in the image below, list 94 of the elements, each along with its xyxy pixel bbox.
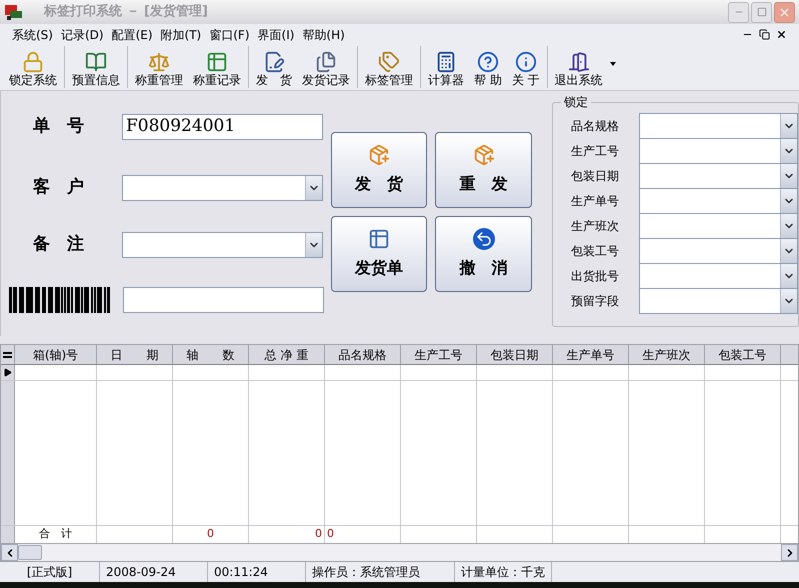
close-icon[interactable] (776, 29, 787, 40)
dropdown-field[interactable] (639, 288, 798, 314)
toolbar-button[interactable]: 锁定系统 (4, 46, 62, 88)
action-button[interactable]: 发货单 (330, 216, 428, 292)
restore-icon[interactable] (759, 29, 770, 40)
column-header[interactable]: 生产班次 (629, 345, 705, 364)
close-icon (778, 6, 791, 18)
field-label: 包装日期 (571, 168, 620, 184)
menu-item[interactable]: 记录(D) (56, 26, 108, 44)
field-label: 预留字段 (571, 292, 620, 310)
scroll-right-button[interactable] (781, 544, 798, 561)
undo-icon (472, 228, 495, 250)
grid-icon (368, 228, 390, 250)
toolbar-button[interactable]: 标签管理 (360, 46, 418, 88)
action-button[interactable]: 发 货 (330, 132, 428, 208)
menu-item[interactable]: 系统(S) (8, 26, 57, 44)
column-header[interactable]: 轴 数 (173, 345, 249, 364)
dropdown-field[interactable] (122, 174, 323, 200)
maximize-icon (756, 7, 766, 17)
tag-icon (378, 51, 400, 73)
current-row-icon (3, 368, 12, 377)
field-label: 品名规格 (571, 118, 620, 134)
toolbar-button[interactable]: 退出系统 (550, 46, 608, 88)
status-text: 00:11:24 (214, 564, 268, 581)
total-cell-text: 0 (327, 526, 334, 542)
menu-item[interactable]: 窗口(F) (205, 26, 254, 44)
barcode-field[interactable] (123, 287, 324, 313)
action-button[interactable]: 重 发 (435, 132, 532, 208)
action-button[interactable]: 撤 消 (435, 216, 532, 292)
menu-item[interactable]: 配置(E) (108, 26, 157, 44)
status-text: [正式版] (26, 564, 72, 581)
boxes-icon (472, 144, 495, 166)
dropdown-field[interactable] (639, 262, 798, 288)
field-label: 包装工号 (571, 242, 620, 260)
door-icon (568, 51, 590, 73)
toolbar-button[interactable]: 发货记录 (297, 46, 355, 88)
app-icon (4, 3, 24, 21)
menu-item[interactable]: 帮助(H) (298, 26, 349, 44)
toolbar-button[interactable]: 帮 助 (469, 46, 507, 88)
column-header[interactable]: 品名规格 (325, 345, 401, 364)
total-cell-text: 0 (315, 526, 322, 542)
horizontal-scrollbar[interactable] (1, 543, 798, 561)
toolbar-button[interactable]: 称重记录 (188, 46, 246, 88)
field-label: 出货批号 (571, 268, 620, 284)
field-label: 备 注 (33, 232, 85, 256)
boxes-icon (368, 144, 390, 166)
status-text: 计量单位：千克 (461, 564, 545, 581)
maximize-button[interactable] (751, 2, 772, 22)
window-title: 标签打印系统 － [发货管理] (44, 2, 208, 22)
field-label: 生产单号 (571, 192, 620, 210)
book-icon (85, 51, 107, 73)
field-label: 生产班次 (571, 218, 620, 234)
total-cell-text: 0 (207, 526, 214, 542)
lock-icon (22, 51, 44, 73)
menu-item[interactable]: 附加(T) (156, 26, 206, 44)
order-number-field[interactable]: F080924001 (122, 114, 323, 140)
scale-icon (148, 51, 170, 73)
field-label: 客 户 (33, 176, 85, 199)
total-cell-text: 合 计 (39, 526, 72, 542)
scroll-thumb[interactable] (18, 545, 42, 560)
column-header[interactable]: 包装日期 (477, 345, 553, 364)
dropdown-field[interactable] (639, 212, 798, 238)
menu-item[interactable]: 界面(I) (254, 26, 298, 44)
dropdown-field[interactable] (639, 138, 798, 164)
help-icon (476, 51, 499, 73)
barcode-icon (9, 287, 111, 313)
column-header[interactable]: 日 期 (97, 345, 173, 364)
calculator-icon (435, 51, 457, 73)
toolbar-button[interactable]: 发 货 (251, 46, 297, 88)
dropdown-field[interactable] (639, 112, 798, 138)
scroll-left-button[interactable] (1, 544, 18, 561)
toolbar-button[interactable]: 称重管理 (130, 46, 188, 88)
dropdown-field[interactable] (639, 238, 798, 264)
document-icon (263, 51, 285, 73)
toolbar-button[interactable]: 关 于 (506, 46, 545, 88)
toolbar-button[interactable]: 预置信息 (67, 46, 125, 88)
dropdown-field[interactable] (122, 232, 323, 258)
field-label: 单 号 (33, 115, 85, 138)
column-header[interactable]: 生产单号 (553, 345, 629, 364)
dropdown-field[interactable] (639, 162, 798, 188)
dropdown-arrow-icon[interactable] (610, 62, 616, 66)
status-text: 2008-09-24 (106, 564, 176, 581)
documents-icon (315, 51, 337, 73)
info-icon (514, 51, 537, 73)
table-icon (206, 51, 228, 73)
column-header[interactable]: 生产工号 (401, 345, 477, 364)
toolbar-button[interactable]: 计算器 (423, 46, 469, 88)
group-title: 锁定 (561, 95, 591, 109)
field-label: 生产工号 (571, 142, 620, 160)
column-header[interactable]: 包装工号 (705, 345, 781, 364)
status-text: 操作员：系统管理员 (312, 564, 420, 581)
column-header[interactable]: 总 净 重 (249, 345, 325, 364)
dropdown-field[interactable] (639, 188, 798, 214)
column-header[interactable]: 箱(轴)号 (15, 345, 97, 364)
